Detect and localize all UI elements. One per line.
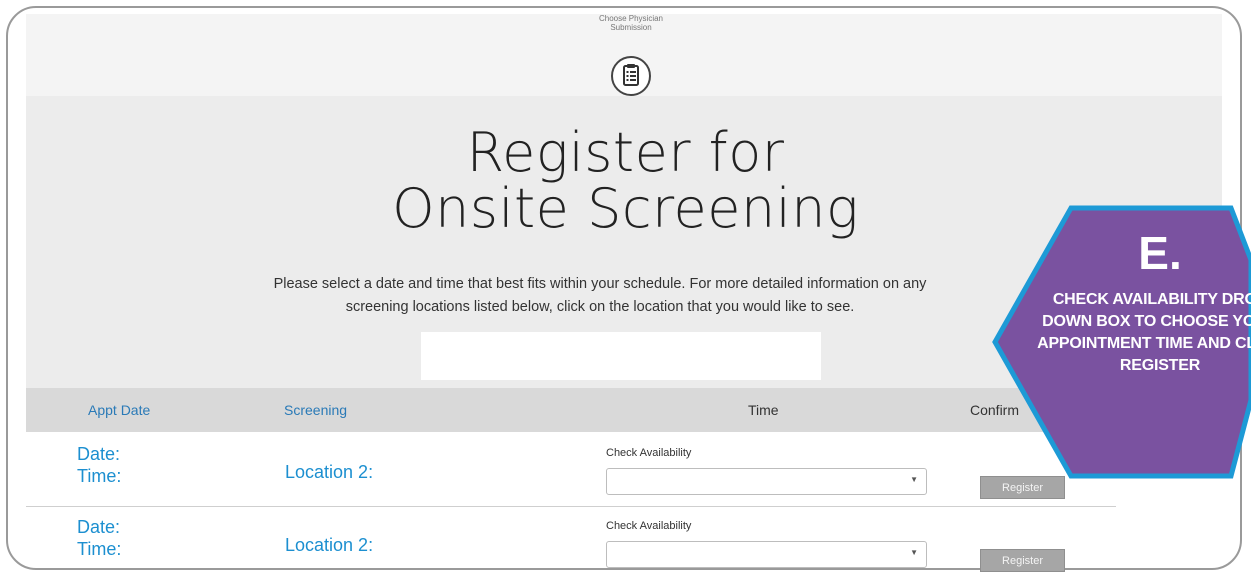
callout-text: Check Availability drop down box to choo…: [1037, 291, 1251, 374]
check-availability-label: Check Availability: [606, 520, 692, 532]
blank-input-box[interactable]: [421, 332, 821, 380]
date-label: Date:: [77, 517, 121, 537]
page-title-line1: Register for: [466, 121, 785, 184]
clipboard-icon[interactable]: [611, 56, 651, 96]
chevron-down-icon: ▼: [910, 475, 918, 484]
table-row: Date: Time: Location 2: Check Availabili…: [26, 507, 1116, 579]
location-link[interactable]: Location 2:: [285, 535, 373, 556]
instructions-line2: screening locations listed below, click …: [345, 299, 855, 315]
time-label: Time:: [77, 466, 122, 486]
instructions-text: Please select a date and time that best …: [180, 273, 1020, 319]
check-availability-label: Check Availability: [606, 447, 692, 459]
availability-dropdown[interactable]: ▼: [606, 468, 927, 495]
progress-step-strip: Choose Physician Submission: [26, 14, 1222, 96]
chevron-down-icon: ▼: [910, 548, 918, 557]
register-button[interactable]: Register: [980, 549, 1065, 572]
location-link[interactable]: Location 2:: [285, 462, 373, 483]
table-row: Date: Time: Location 2: Check Availabili…: [26, 434, 1116, 507]
date-label: Date:: [77, 444, 121, 464]
step-label: Choose Physician Submission: [598, 14, 664, 32]
time-label: Time:: [77, 539, 122, 559]
availability-dropdown[interactable]: ▼: [606, 541, 927, 568]
header-time: Time: [748, 402, 779, 418]
header-appt-date[interactable]: Appt Date: [88, 402, 150, 418]
callout-letter: E.: [1138, 227, 1182, 279]
header-screening[interactable]: Screening: [284, 402, 347, 418]
instructions-line1: Please select a date and time that best …: [273, 276, 927, 292]
